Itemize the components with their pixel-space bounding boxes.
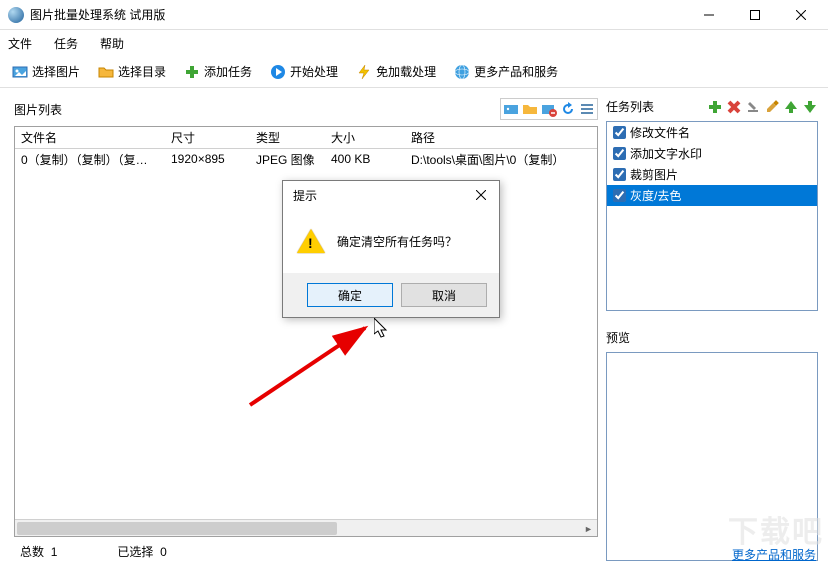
- no-load-label: 免加载处理: [376, 63, 436, 80]
- select-dir-label: 选择目录: [118, 63, 166, 80]
- task-config-icon[interactable]: [745, 99, 761, 115]
- view-folder-icon[interactable]: [522, 101, 538, 117]
- app-icon: [8, 7, 24, 23]
- task-checkbox[interactable]: [613, 147, 626, 160]
- select-image-label: 选择图片: [32, 63, 80, 80]
- plus-icon: [184, 64, 200, 80]
- image-icon: [12, 64, 28, 80]
- select-dir-button[interactable]: 选择目录: [94, 61, 170, 82]
- minimize-button[interactable]: [686, 0, 732, 30]
- col-type[interactable]: 类型: [250, 126, 325, 149]
- ok-button[interactable]: 确定: [307, 283, 393, 307]
- more-products-label: 更多产品和服务: [474, 63, 558, 80]
- maximize-button[interactable]: [732, 0, 778, 30]
- watermark: 下载吧: [728, 507, 824, 551]
- list-view-icons: [500, 98, 598, 120]
- folder-icon: [98, 64, 114, 80]
- task-add-icon[interactable]: [707, 99, 723, 115]
- warning-icon: [297, 229, 325, 253]
- task-up-icon[interactable]: [783, 99, 799, 115]
- dialog-message: 确定清空所有任务吗？: [337, 233, 457, 250]
- confirm-dialog: 提示 确定清空所有任务吗？ 确定 取消: [282, 180, 500, 318]
- play-icon: [270, 64, 286, 80]
- status-bar: 总数 1 已选择 0: [14, 537, 598, 561]
- view-list-icon[interactable]: [579, 101, 595, 117]
- start-label: 开始处理: [290, 63, 338, 80]
- task-remove-icon[interactable]: [726, 99, 742, 115]
- task-list: 修改文件名 添加文字水印 裁剪图片 灰度/去色: [606, 121, 818, 311]
- no-load-button[interactable]: 免加载处理: [352, 61, 440, 82]
- dialog-close-button[interactable]: [469, 183, 493, 207]
- window-title: 图片批量处理系统 试用版: [30, 6, 686, 23]
- task-item[interactable]: 裁剪图片: [607, 164, 817, 185]
- task-list-title: 任务列表: [606, 98, 654, 115]
- start-button[interactable]: 开始处理: [266, 61, 342, 82]
- footer-link[interactable]: 更多产品和服务: [732, 546, 816, 563]
- add-task-button[interactable]: 添加任务: [180, 61, 256, 82]
- col-path[interactable]: 路径: [405, 126, 597, 149]
- globe-icon: [454, 64, 470, 80]
- add-task-label: 添加任务: [204, 63, 252, 80]
- preview-label: 预览: [606, 329, 818, 346]
- grid-header: 文件名 尺寸 类型 大小 路径: [15, 127, 597, 149]
- close-button[interactable]: [778, 0, 824, 30]
- more-products-button[interactable]: 更多产品和服务: [450, 61, 562, 82]
- task-checkbox[interactable]: [613, 189, 626, 202]
- task-checkbox[interactable]: [613, 168, 626, 181]
- image-list-title: 图片列表: [14, 101, 62, 118]
- table-row[interactable]: 0（复制）（复制）（复… 1920×895 JPEG 图像 400 KB D:\…: [15, 149, 597, 169]
- task-item[interactable]: 添加文字水印: [607, 143, 817, 164]
- col-size[interactable]: 大小: [325, 126, 405, 149]
- titlebar: 图片批量处理系统 试用版: [0, 0, 828, 30]
- scroll-thumb[interactable]: [17, 522, 337, 535]
- toolbar: 选择图片 选择目录 添加任务 开始处理 免加载处理 更多产品和服务: [0, 56, 828, 88]
- dialog-title: 提示: [293, 187, 317, 204]
- menu-help[interactable]: 帮助: [100, 35, 124, 52]
- view-thumb-icon[interactable]: [503, 101, 519, 117]
- menu-file[interactable]: 文件: [8, 35, 32, 52]
- view-delete-icon[interactable]: [541, 101, 557, 117]
- task-item[interactable]: 灰度/去色: [607, 185, 817, 206]
- task-item[interactable]: 修改文件名: [607, 122, 817, 143]
- h-scrollbar[interactable]: ◄ ►: [15, 519, 597, 536]
- col-dim[interactable]: 尺寸: [165, 126, 250, 149]
- view-refresh-icon[interactable]: [560, 101, 576, 117]
- cancel-button[interactable]: 取消: [401, 283, 487, 307]
- menubar: 文件 任务 帮助: [0, 30, 828, 56]
- scroll-right-icon[interactable]: ►: [580, 520, 597, 537]
- task-down-icon[interactable]: [802, 99, 818, 115]
- lightning-icon: [356, 64, 372, 80]
- menu-task[interactable]: 任务: [54, 35, 78, 52]
- select-image-button[interactable]: 选择图片: [8, 61, 84, 82]
- task-checkbox[interactable]: [613, 126, 626, 139]
- task-clear-icon[interactable]: [764, 99, 780, 115]
- col-name[interactable]: 文件名: [15, 126, 165, 149]
